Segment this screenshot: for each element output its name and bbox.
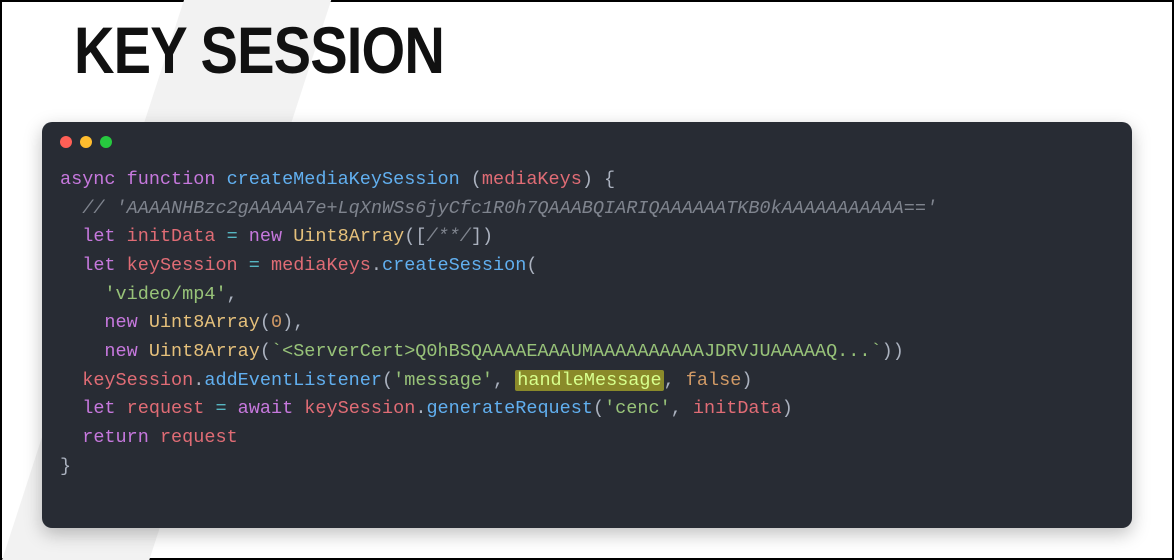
comment: // 'AAAANHBzc2gAAAAA7e+LqXnWSs6jyCfc1R0h… [82,198,937,219]
function-name: createMediaKeySession [227,169,460,190]
keyword-function: function [127,169,216,190]
close-icon [60,136,72,148]
slide-frame: KEY SESSION async function createMediaKe… [0,0,1174,560]
minimize-icon [80,136,92,148]
slide-title: KEY SESSION [74,12,444,88]
code-window: async function createMediaKeySession (me… [42,122,1132,528]
keyword-async: async [60,169,116,190]
highlighted-token: handleMessage [515,370,663,391]
zoom-icon [100,136,112,148]
code-block: async function createMediaKeySession (me… [60,166,1114,481]
param: mediaKeys [482,169,582,190]
window-controls [60,136,1114,148]
